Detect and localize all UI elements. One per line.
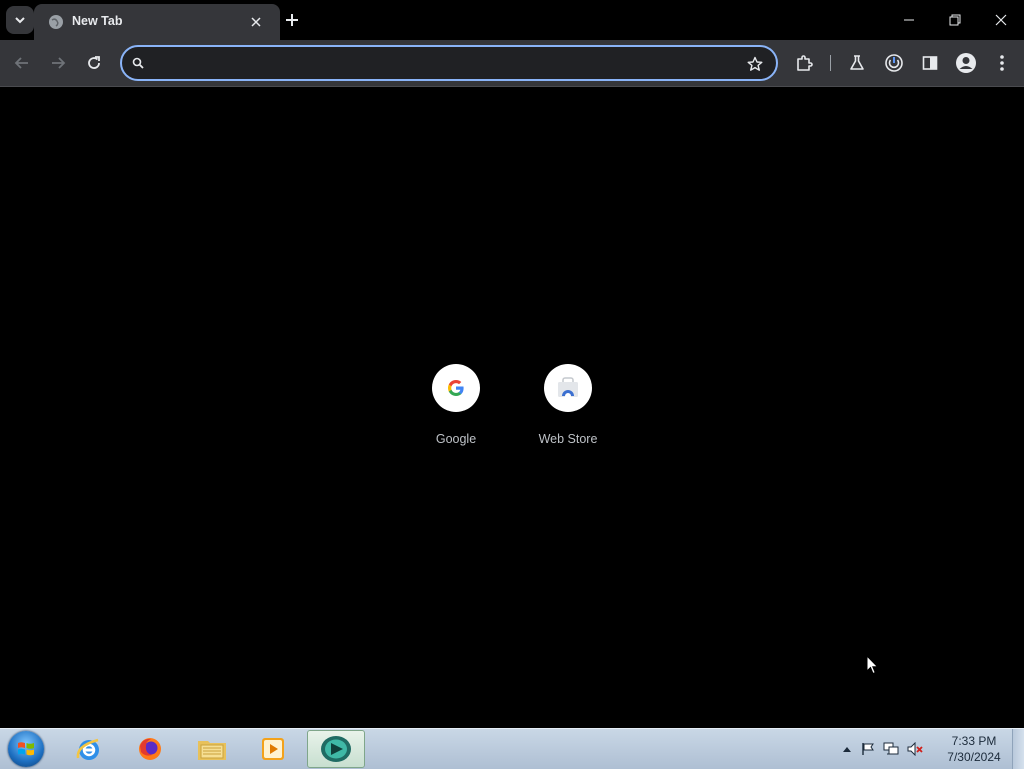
arrow-right-icon [50, 55, 66, 71]
tab-new-tab[interactable]: New Tab [34, 4, 280, 40]
shortcut-web-store-tile[interactable] [544, 364, 592, 412]
more-vertical-icon [999, 54, 1005, 72]
tab-title: New Tab [72, 14, 123, 28]
volume-muted-icon[interactable] [907, 742, 923, 756]
search-icon [132, 57, 144, 69]
close-window-button[interactable] [978, 0, 1024, 40]
profile-button[interactable] [952, 49, 980, 77]
flask-icon [848, 54, 866, 72]
chevron-down-icon [14, 14, 26, 26]
shortcut-web-store[interactable]: Web Store [512, 364, 624, 454]
chrome-browser-icon [319, 734, 353, 764]
taskbar: 7:33 PM 7/30/2024 [0, 728, 1024, 769]
taskbar-clock[interactable]: 7:33 PM 7/30/2024 [940, 733, 1008, 765]
tab-search-button[interactable] [6, 6, 34, 34]
address-bar[interactable] [120, 45, 778, 81]
toolbar-separator [830, 55, 831, 71]
taskbar-chrome[interactable] [307, 730, 365, 768]
file-explorer-icon [196, 735, 228, 763]
firefox-icon [135, 734, 165, 764]
side-panel-icon [922, 55, 938, 71]
extension-button[interactable] [880, 49, 908, 77]
show-desktop-button[interactable] [1012, 729, 1024, 769]
reload-button[interactable] [80, 49, 108, 77]
mouse-cursor-icon [866, 655, 880, 675]
taskbar-media-player[interactable] [244, 730, 302, 768]
taskbar-firefox[interactable] [121, 730, 179, 768]
action-center-flag-icon[interactable] [861, 742, 875, 756]
side-panel-button[interactable] [916, 49, 944, 77]
forward-button[interactable] [44, 49, 72, 77]
close-tab-icon[interactable] [246, 12, 266, 32]
shortcut-label: Web Store [538, 432, 598, 446]
reload-icon [86, 55, 102, 71]
taskbar-internet-explorer[interactable] [60, 730, 118, 768]
extension-power-icon [884, 53, 904, 73]
toolbar-divider [0, 86, 1024, 87]
globe-icon [48, 14, 64, 30]
labs-button[interactable] [843, 49, 871, 77]
minimize-icon [903, 14, 915, 26]
new-tab-button[interactable] [280, 8, 304, 32]
shortcut-label: Google [435, 432, 477, 446]
windows-logo-icon [17, 740, 35, 758]
minimize-button[interactable] [886, 0, 932, 40]
system-tray [843, 729, 923, 769]
media-player-icon [259, 735, 287, 763]
restore-icon [949, 14, 961, 26]
puzzle-piece-icon [795, 54, 813, 72]
start-button[interactable] [8, 731, 44, 767]
shortcut-google[interactable]: Google [400, 364, 512, 454]
extensions-button[interactable] [790, 49, 818, 77]
web-store-icon [556, 377, 580, 399]
bookmark-star-icon[interactable] [744, 53, 766, 75]
title-bar: New Tab [0, 0, 1024, 40]
avatar-icon [955, 52, 977, 74]
google-g-icon [446, 378, 466, 398]
shortcut-google-tile[interactable] [432, 364, 480, 412]
clock-date: 7/30/2024 [947, 750, 1001, 764]
plus-icon [285, 13, 299, 27]
clock-time: 7:33 PM [951, 734, 997, 748]
browser-toolbar [0, 40, 1024, 86]
restore-button[interactable] [932, 0, 978, 40]
internet-explorer-icon [74, 734, 104, 764]
taskbar-file-explorer[interactable] [183, 730, 241, 768]
show-hidden-icons-button[interactable] [843, 746, 851, 752]
back-button[interactable] [8, 49, 36, 77]
network-icon[interactable] [883, 742, 899, 756]
close-icon [995, 14, 1007, 26]
chrome-menu-button[interactable] [988, 49, 1016, 77]
address-input[interactable] [156, 53, 740, 75]
arrow-left-icon [14, 55, 30, 71]
